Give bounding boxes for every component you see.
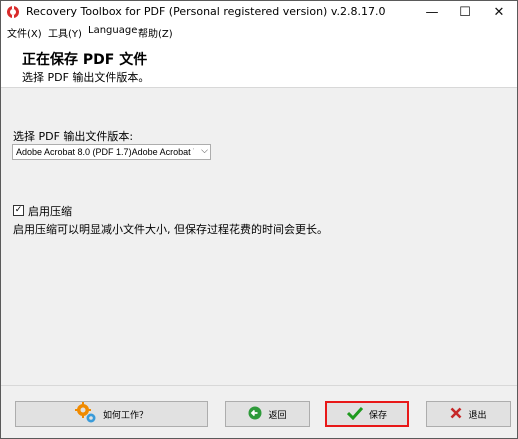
menu-bar: 文件(X) 工具(Y) Language 帮助(Z) (1, 23, 517, 41)
wizard-header: 正在保存 PDF 文件 选择 PDF 输出文件版本。 (1, 41, 517, 88)
version-select[interactable]: Adobe Acrobat 8.0 (PDF 1.7)Adobe Acrobat… (12, 144, 211, 160)
app-icon (6, 5, 20, 19)
exit-label: 退出 (468, 410, 487, 421)
back-button[interactable]: 返回 (225, 401, 310, 427)
menu-help[interactable]: 帮助(Z) (138, 25, 173, 40)
checkmark-icon (346, 406, 364, 423)
title-bar[interactable]: Recovery Toolbox for PDF (Personal regis… (1, 1, 517, 23)
window-title: Recovery Toolbox for PDF (Personal regis… (26, 5, 386, 18)
how-it-works-label: 如何工作？ (102, 410, 148, 421)
main-window: Recovery Toolbox for PDF (Personal regis… (0, 0, 518, 439)
version-select-value: Adobe Acrobat 8.0 (PDF 1.7)Adobe Acrobat… (16, 147, 194, 157)
wizard-content: 选择 PDF 输出文件版本: Adobe Acrobat 8.0 (PDF 1.… (1, 88, 517, 385)
page-title: 正在保存 PDF 文件 (22, 52, 148, 68)
version-label: 选择 PDF 输出文件版本: (13, 130, 134, 143)
save-label: 保存 (368, 410, 387, 421)
maximize-button[interactable]: ☐ (449, 1, 481, 23)
minimize-button[interactable]: — (416, 1, 448, 23)
close-button[interactable]: ✕ (483, 1, 515, 23)
compression-label[interactable]: 启用压缩 (28, 203, 72, 219)
wizard-footer: 如何工作？ 返回 保存 退出 (1, 385, 517, 438)
compression-checkbox[interactable]: ✓ (13, 205, 24, 216)
gears-icon (74, 401, 97, 427)
menu-tools[interactable]: 工具(Y) (48, 25, 82, 40)
save-button[interactable]: 保存 (325, 401, 409, 427)
back-arrow-icon (248, 406, 262, 423)
back-label: 返回 (268, 410, 287, 421)
chevron-down-icon: ⌵ (201, 146, 208, 156)
menu-file[interactable]: 文件(X) (7, 25, 42, 40)
compression-description: 启用压缩可以明显减小文件大小, 但保存过程花费的时间会更长。 (13, 223, 328, 236)
menu-language[interactable]: Language (88, 25, 137, 36)
exit-button[interactable]: 退出 (426, 401, 511, 427)
x-icon (450, 407, 462, 422)
how-it-works-button[interactable]: 如何工作？ (15, 401, 208, 427)
page-subtitle: 选择 PDF 输出文件版本。 (22, 71, 150, 84)
